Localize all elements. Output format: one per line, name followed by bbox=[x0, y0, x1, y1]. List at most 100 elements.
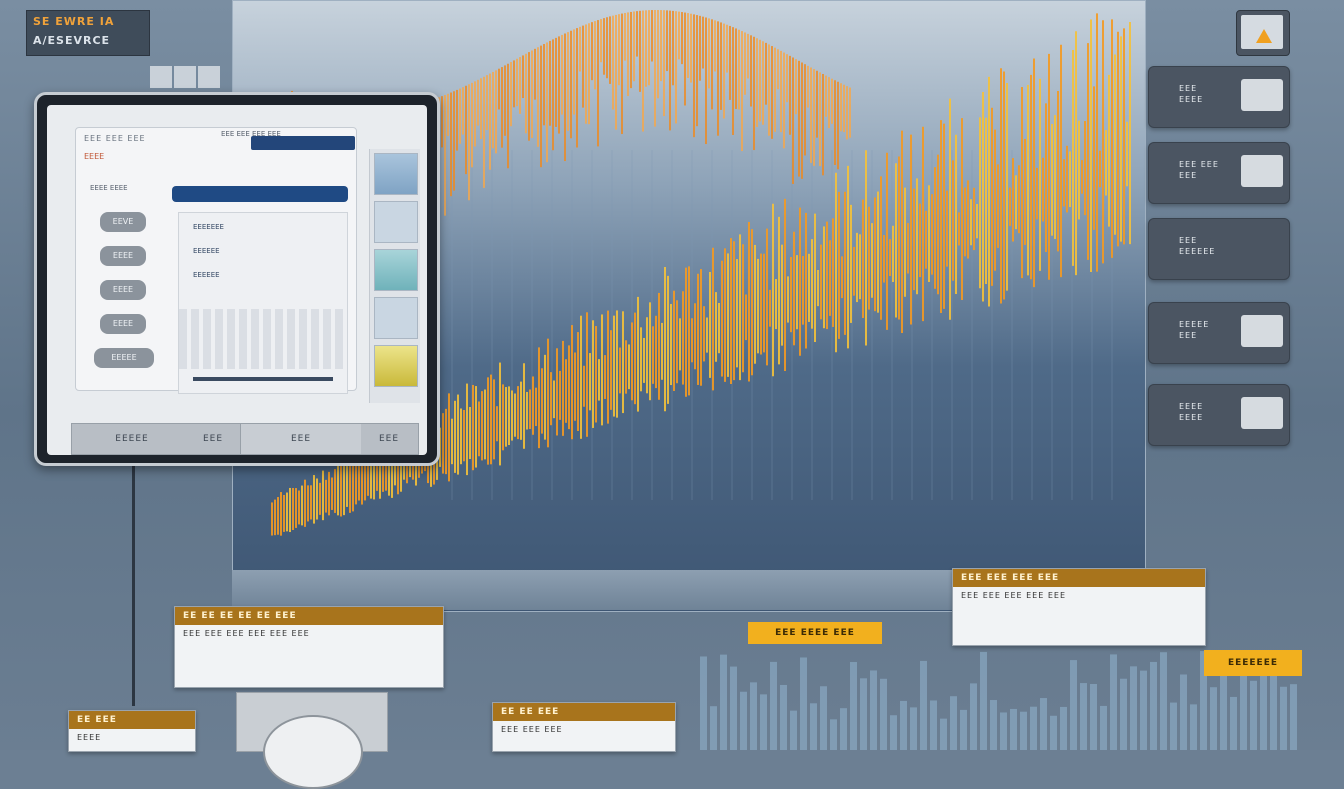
background-bar bbox=[1080, 683, 1087, 750]
tab-2[interactable]: EEE bbox=[192, 424, 234, 454]
background-bar bbox=[1250, 680, 1257, 750]
background-bar bbox=[1110, 654, 1117, 750]
thumbnail-5[interactable] bbox=[374, 345, 418, 387]
bottom-left-panel: EE EEE EEEE bbox=[68, 710, 196, 752]
thumbnail-2[interactable] bbox=[374, 201, 418, 243]
content-area: EEEEEEE EEEEEE EEEEEE bbox=[178, 212, 348, 394]
background-bar bbox=[1010, 708, 1017, 750]
sidebar-heading: EEEE EEEE bbox=[90, 184, 128, 192]
background-bar bbox=[710, 706, 717, 750]
thumbnail-3[interactable] bbox=[374, 249, 418, 291]
tablet-screen: EEE EEE EEE EEE EEE EEE EEE EEEE EEEE EE… bbox=[47, 105, 427, 455]
background-bar bbox=[1100, 705, 1107, 750]
corner-widget[interactable] bbox=[1236, 10, 1290, 56]
sidebar-button-4[interactable]: EEEE bbox=[100, 314, 146, 334]
background-bar bbox=[1120, 678, 1127, 750]
background-bar bbox=[930, 700, 937, 750]
background-bar bbox=[910, 707, 917, 750]
background-bar bbox=[760, 694, 767, 750]
side-card-1-line-2: EEEE bbox=[1179, 95, 1204, 104]
side-card-2[interactable]: EEE EEE EEE bbox=[1148, 142, 1290, 204]
background-bar bbox=[1030, 706, 1037, 750]
background-bar bbox=[1060, 706, 1067, 750]
right-data-panel: EEE EEE EEE EEE EEE EEE EEE EEE EEE bbox=[952, 568, 1206, 646]
background-bar bbox=[810, 703, 817, 750]
peak-icon bbox=[1256, 29, 1272, 43]
tablet-device: EEE EEE EEE EEE EEE EEE EEE EEEE EEEE EE… bbox=[34, 92, 440, 466]
background-bar bbox=[990, 700, 997, 750]
content-footer-bar bbox=[193, 377, 333, 381]
background-bar bbox=[1280, 686, 1287, 750]
side-card-1[interactable]: EEE EEEE bbox=[1148, 66, 1290, 128]
background-bar bbox=[700, 656, 707, 750]
tablet-stand bbox=[132, 466, 135, 706]
thumbnail-4[interactable] bbox=[374, 297, 418, 339]
background-bar bbox=[740, 691, 747, 750]
thumbnail-1[interactable] bbox=[374, 153, 418, 195]
header-blocks bbox=[150, 66, 222, 92]
content-row-3: EEEEEE bbox=[193, 271, 220, 279]
logo-line-2: A/ESEVRCE bbox=[33, 34, 111, 47]
background-bar bbox=[1180, 674, 1187, 750]
content-row-2: EEEEEE bbox=[193, 247, 220, 255]
content-header-bar bbox=[172, 186, 348, 202]
background-bar bbox=[750, 682, 757, 750]
background-bar bbox=[1050, 715, 1057, 750]
bottom-mid-body: EEE EEE EEE bbox=[501, 725, 563, 734]
background-bar bbox=[830, 719, 837, 750]
bottom-left-header: EE EEE bbox=[69, 711, 195, 729]
address-bar[interactable] bbox=[251, 136, 355, 150]
sidebar-button-1[interactable]: EEVE bbox=[100, 212, 146, 232]
left-data-panel: EE EE EE EE EE EEE EEE EEE EEE EEE EEE E… bbox=[174, 606, 444, 688]
side-card-1-preview bbox=[1241, 79, 1283, 111]
background-bar bbox=[1090, 684, 1097, 750]
app-title: EEE EEE EEE bbox=[84, 134, 146, 143]
side-card-5-line-2: EEEE bbox=[1179, 413, 1204, 422]
background-bar bbox=[980, 651, 987, 750]
content-row-1: EEEEEEE bbox=[193, 223, 224, 231]
logo-plate: SE EWRE IA A/ESEVRCE bbox=[26, 10, 150, 56]
background-bar bbox=[800, 657, 807, 750]
tab-1[interactable]: EEEEE bbox=[72, 424, 192, 454]
side-card-3-line-1: EEE bbox=[1179, 236, 1198, 245]
side-card-5[interactable]: EEEE EEEE bbox=[1148, 384, 1290, 446]
tab-4[interactable]: EEE bbox=[360, 424, 418, 454]
background-bar bbox=[940, 718, 947, 750]
background-bar bbox=[920, 660, 927, 750]
background-bar bbox=[730, 666, 737, 750]
sidebar-button-5[interactable]: EEEEE bbox=[94, 348, 154, 368]
background-bar bbox=[1170, 702, 1177, 750]
side-card-2-preview bbox=[1241, 155, 1283, 187]
background-bar bbox=[770, 661, 777, 750]
side-card-4-preview bbox=[1241, 315, 1283, 347]
content-table bbox=[179, 309, 347, 369]
background-bar bbox=[860, 678, 867, 750]
background-bar bbox=[1020, 711, 1027, 750]
left-panel-header: EE EE EE EE EE EEE bbox=[175, 607, 443, 625]
left-panel-body: EEE EEE EEE EEE EEE EEE bbox=[183, 629, 310, 638]
side-card-3[interactable]: EEE EEEEEE bbox=[1148, 218, 1290, 280]
sidebar-button-3[interactable]: EEEE bbox=[100, 280, 146, 300]
background-bar bbox=[1210, 687, 1217, 750]
side-card-5-preview bbox=[1241, 397, 1283, 429]
background-bar bbox=[870, 670, 877, 750]
background-bar bbox=[1150, 661, 1157, 750]
thumbnail-rail bbox=[369, 149, 420, 403]
background-bar bbox=[1000, 712, 1007, 750]
side-card-4[interactable]: EEEEE EEE bbox=[1148, 302, 1290, 364]
tab-3[interactable]: EEE bbox=[240, 424, 361, 454]
background-bar bbox=[850, 662, 857, 750]
bottom-mid-panel: EE EE EEE EEE EEE EEE bbox=[492, 702, 676, 752]
background-bar bbox=[1240, 670, 1247, 750]
background-bar bbox=[1260, 671, 1267, 750]
background-bar bbox=[890, 715, 897, 750]
sidebar-button-2[interactable]: EEEE bbox=[100, 246, 146, 266]
background-bar bbox=[960, 709, 967, 750]
side-card-4-line-1: EEEEE bbox=[1179, 320, 1210, 329]
side-card-5-line-1: EEEE bbox=[1179, 402, 1204, 411]
background-bar bbox=[950, 696, 957, 750]
gauge-dial bbox=[263, 715, 363, 789]
background-bar bbox=[970, 683, 977, 750]
background-bar bbox=[790, 710, 797, 750]
side-card-1-line-1: EEE bbox=[1179, 84, 1198, 93]
